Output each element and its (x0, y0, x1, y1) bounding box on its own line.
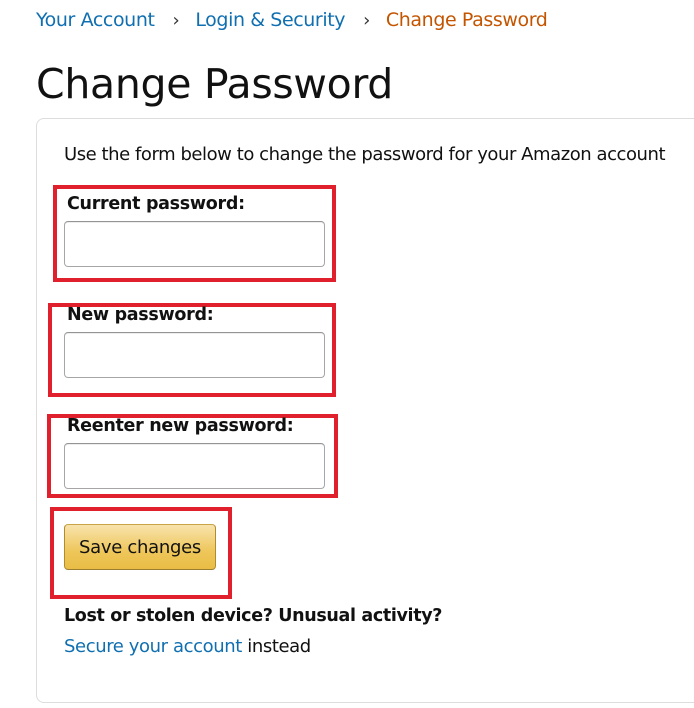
current-password-label: Current password: (67, 194, 245, 214)
current-password-input[interactable] (64, 221, 325, 267)
new-password-input[interactable] (64, 332, 325, 378)
reenter-password-label: Reenter new password: (67, 416, 294, 436)
breadcrumb-current-page: Change Password (385, 9, 548, 31)
form-intro-text: Use the form below to change the passwor… (64, 144, 666, 165)
lost-device-heading: Lost or stolen device? Unusual activity? (64, 606, 443, 626)
reenter-password-input[interactable] (64, 443, 325, 489)
chevron-right-icon: › (363, 10, 370, 31)
breadcrumb: Your Account › Login & Security › Change Pas… (36, 9, 548, 31)
page-title: Change Password (36, 60, 394, 108)
secure-account-suffix: instead (241, 636, 311, 657)
new-password-label: New password: (67, 305, 214, 325)
breadcrumb-login-security[interactable]: Login & Security (195, 9, 345, 31)
secure-your-account-link[interactable]: Secure your account (64, 636, 242, 657)
save-changes-button[interactable]: Save changes (64, 524, 216, 570)
chevron-right-icon: › (172, 10, 180, 31)
secure-account-line: Secure your account instead (64, 636, 311, 657)
breadcrumb-your-account[interactable]: Your Account (36, 9, 155, 31)
